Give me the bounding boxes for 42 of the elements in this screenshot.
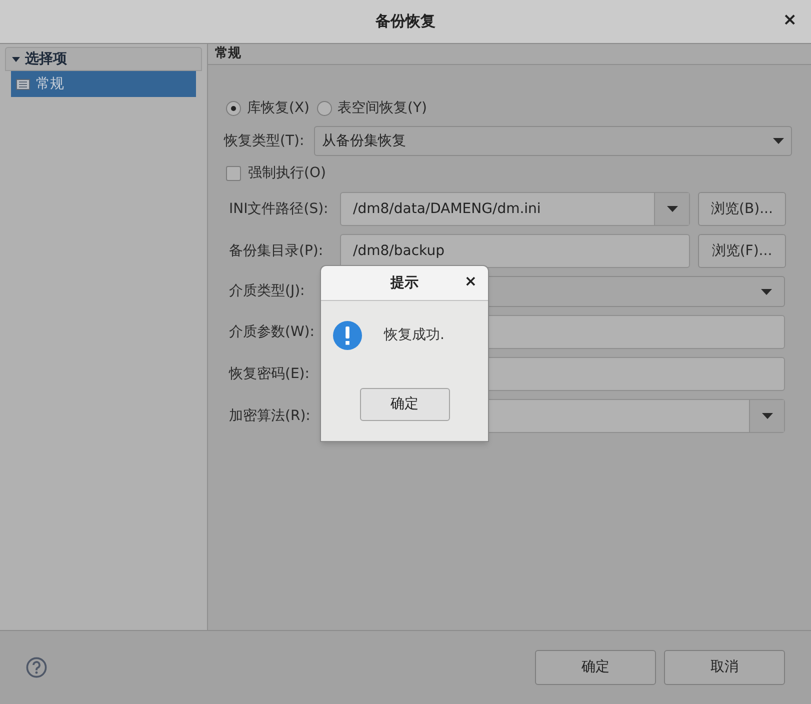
field-label: 恢复密码(E): bbox=[229, 364, 310, 384]
list-icon bbox=[16, 78, 30, 90]
input-field[interactable]: /dm8/backup bbox=[340, 234, 690, 268]
checkbox-label: 强制执行(O) bbox=[248, 164, 326, 183]
dropdown-arrow-icon bbox=[773, 138, 784, 144]
sidebar-item[interactable]: 常规 bbox=[11, 71, 196, 97]
cancel-button[interactable]: 取消 bbox=[664, 650, 785, 685]
radio-button[interactable] bbox=[316, 100, 332, 116]
dropdown-button[interactable] bbox=[654, 193, 689, 225]
field-label: 介质参数(W): bbox=[229, 322, 316, 342]
dropdown-arrow-icon bbox=[762, 413, 772, 419]
dialog-message: 恢复成功. bbox=[384, 326, 444, 345]
dropdown-arrow-icon bbox=[666, 206, 678, 212]
browse-button[interactable]: 浏览(B)... bbox=[698, 192, 786, 226]
info-icon bbox=[333, 321, 362, 350]
close-button[interactable]: × bbox=[782, 12, 797, 29]
help-icon[interactable] bbox=[26, 657, 47, 678]
radio-label: 库恢复(X) bbox=[247, 98, 310, 118]
sidebar-item-label: 常规 bbox=[36, 74, 64, 94]
checkbox[interactable] bbox=[226, 166, 241, 181]
field-label: 加密算法(R): bbox=[229, 406, 312, 426]
panel-title: 常规 bbox=[215, 45, 241, 64]
close-button[interactable]: × bbox=[464, 274, 477, 289]
radio-label: 表空间恢复(Y) bbox=[338, 98, 427, 118]
field-label: 介质类型(J): bbox=[229, 282, 306, 301]
sidebar-header[interactable]: 选择项 bbox=[5, 47, 202, 71]
ok-button[interactable]: 确定 bbox=[360, 388, 450, 421]
select-field[interactable]: 从备份集恢复 bbox=[314, 126, 792, 156]
path-combo-field[interactable]: /dm8/data/DAMENG/dm.ini bbox=[340, 192, 690, 226]
dialog-title: 提示 bbox=[390, 274, 418, 292]
radio-button[interactable] bbox=[226, 100, 241, 116]
sidebar-header-label: 选择项 bbox=[25, 50, 67, 68]
select-value: 从备份集恢复 bbox=[322, 132, 407, 150]
field-label: INI文件路径(S): bbox=[229, 200, 330, 218]
dropdown-button[interactable] bbox=[749, 400, 784, 432]
path-value: /dm8/data/DAMENG/dm.ini bbox=[352, 200, 542, 218]
browse-button[interactable]: 浏览(F)... bbox=[698, 234, 786, 268]
field-label: 备份集目录(P): bbox=[229, 242, 324, 260]
window-title: 备份恢复 bbox=[376, 11, 436, 32]
field-label: 恢复类型(T): bbox=[224, 132, 306, 150]
dropdown-arrow-icon bbox=[761, 288, 772, 294]
ok-button[interactable]: 确定 bbox=[535, 650, 656, 685]
